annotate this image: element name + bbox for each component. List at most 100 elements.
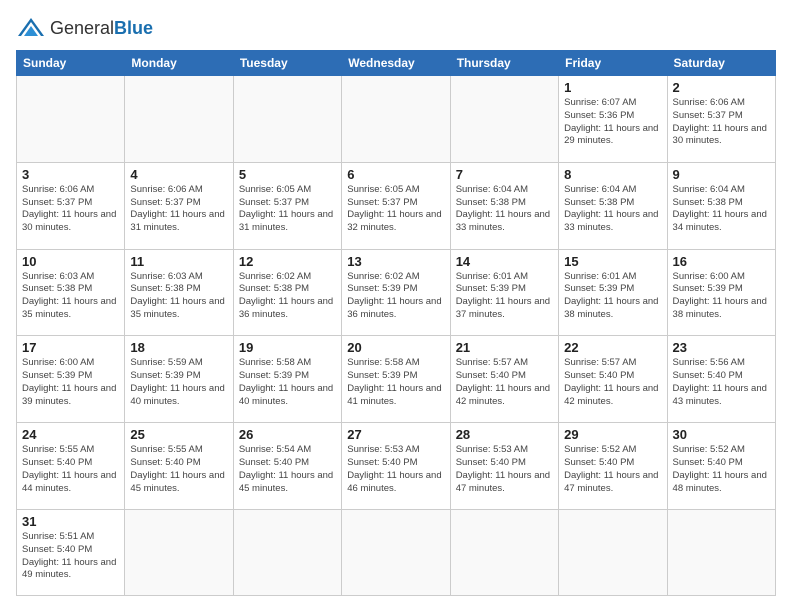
day-info: Sunrise: 6:00 AM Sunset: 5:39 PM Dayligh… bbox=[22, 357, 119, 408]
day-number: 28 bbox=[456, 427, 553, 442]
day-cell: 30Sunrise: 5:52 AM Sunset: 5:40 PM Dayli… bbox=[667, 423, 775, 510]
weekday-header-row: SundayMondayTuesdayWednesdayThursdayFrid… bbox=[17, 51, 776, 76]
day-number: 24 bbox=[22, 427, 119, 442]
day-cell: 21Sunrise: 5:57 AM Sunset: 5:40 PM Dayli… bbox=[450, 336, 558, 423]
day-number: 22 bbox=[564, 340, 661, 355]
weekday-wednesday: Wednesday bbox=[342, 51, 450, 76]
logo-general: General bbox=[50, 18, 114, 38]
day-number: 4 bbox=[130, 167, 227, 182]
generalblue-icon bbox=[16, 16, 46, 40]
day-cell bbox=[667, 509, 775, 595]
day-info: Sunrise: 6:07 AM Sunset: 5:36 PM Dayligh… bbox=[564, 97, 661, 148]
day-number: 20 bbox=[347, 340, 444, 355]
day-number: 14 bbox=[456, 254, 553, 269]
day-info: Sunrise: 6:05 AM Sunset: 5:37 PM Dayligh… bbox=[239, 184, 336, 235]
day-cell: 14 Sunrise: 6:01 AM Sunset: 5:39 PM Dayli… bbox=[450, 249, 558, 336]
day-cell: 12 Sunrise: 6:02 AM Sunset: 5:38 PM Dayli… bbox=[233, 249, 341, 336]
page: GeneralBlue SundayMondayTuesdayWednesday… bbox=[0, 0, 792, 612]
header: GeneralBlue bbox=[16, 16, 776, 40]
day-cell: 16Sunrise: 6:00 AM Sunset: 5:39 PM Dayli… bbox=[667, 249, 775, 336]
day-number: 12 bbox=[239, 254, 336, 269]
day-number: 17 bbox=[22, 340, 119, 355]
day-cell bbox=[125, 509, 233, 595]
day-number: 6 bbox=[347, 167, 444, 182]
day-info: Sunrise: 6:02 AM Sunset: 5:38 PM Dayligh… bbox=[239, 271, 336, 322]
day-cell: 2 Sunrise: 6:06 AM Sunset: 5:37 PM Daylig… bbox=[667, 76, 775, 163]
day-number: 30 bbox=[673, 427, 770, 442]
week-row-2: 3 Sunrise: 6:06 AM Sunset: 5:37 PM Daylig… bbox=[17, 162, 776, 249]
day-info: Sunrise: 6:06 AM Sunset: 5:37 PM Dayligh… bbox=[130, 184, 227, 235]
day-cell: 20 Sunrise: 5:58 AM Sunset: 5:39 PM Dayli… bbox=[342, 336, 450, 423]
day-cell: 9 Sunrise: 6:04 AM Sunset: 5:38 PM Daylig… bbox=[667, 162, 775, 249]
day-info: Sunrise: 5:59 AM Sunset: 5:39 PM Dayligh… bbox=[130, 357, 227, 408]
day-info: Sunrise: 5:55 AM Sunset: 5:40 PM Dayligh… bbox=[22, 444, 119, 495]
logo: GeneralBlue bbox=[16, 16, 153, 40]
day-cell bbox=[342, 509, 450, 595]
day-cell bbox=[233, 509, 341, 595]
logo-text: GeneralBlue bbox=[50, 18, 153, 39]
day-cell: 17 Sunrise: 6:00 AM Sunset: 5:39 PM Dayli… bbox=[17, 336, 125, 423]
day-number: 5 bbox=[239, 167, 336, 182]
day-number: 23 bbox=[673, 340, 770, 355]
day-cell: 31 Sunrise: 5:51 AM Sunset: 5:40 PM Dayli… bbox=[17, 509, 125, 595]
week-row-4: 17 Sunrise: 6:00 AM Sunset: 5:39 PM Dayli… bbox=[17, 336, 776, 423]
day-info: Sunrise: 6:06 AM Sunset: 5:37 PM Dayligh… bbox=[673, 97, 770, 148]
day-cell: 26Sunrise: 5:54 AM Sunset: 5:40 PM Dayli… bbox=[233, 423, 341, 510]
day-info: Sunrise: 5:58 AM Sunset: 5:39 PM Dayligh… bbox=[347, 357, 444, 408]
day-info: Sunrise: 5:53 AM Sunset: 5:40 PM Dayligh… bbox=[456, 444, 553, 495]
day-cell: 29Sunrise: 5:52 AM Sunset: 5:40 PM Dayli… bbox=[559, 423, 667, 510]
day-number: 3 bbox=[22, 167, 119, 182]
weekday-thursday: Thursday bbox=[450, 51, 558, 76]
day-cell: 1Sunrise: 6:07 AM Sunset: 5:36 PM Daylig… bbox=[559, 76, 667, 163]
logo-blue: Blue bbox=[114, 18, 153, 38]
day-number: 2 bbox=[673, 80, 770, 95]
day-cell bbox=[17, 76, 125, 163]
day-cell: 22 Sunrise: 5:57 AM Sunset: 5:40 PM Dayli… bbox=[559, 336, 667, 423]
day-info: Sunrise: 5:58 AM Sunset: 5:39 PM Dayligh… bbox=[239, 357, 336, 408]
calendar-table: SundayMondayTuesdayWednesdayThursdayFrid… bbox=[16, 50, 776, 596]
weekday-friday: Friday bbox=[559, 51, 667, 76]
day-info: Sunrise: 6:03 AM Sunset: 5:38 PM Dayligh… bbox=[130, 271, 227, 322]
day-number: 8 bbox=[564, 167, 661, 182]
week-row-1: 1Sunrise: 6:07 AM Sunset: 5:36 PM Daylig… bbox=[17, 76, 776, 163]
day-number: 7 bbox=[456, 167, 553, 182]
day-cell bbox=[450, 509, 558, 595]
day-cell: 28 Sunrise: 5:53 AM Sunset: 5:40 PM Dayli… bbox=[450, 423, 558, 510]
day-cell: 6Sunrise: 6:05 AM Sunset: 5:37 PM Daylig… bbox=[342, 162, 450, 249]
day-cell bbox=[450, 76, 558, 163]
day-cell: 25Sunrise: 5:55 AM Sunset: 5:40 PM Dayli… bbox=[125, 423, 233, 510]
day-info: Sunrise: 6:04 AM Sunset: 5:38 PM Dayligh… bbox=[564, 184, 661, 235]
day-number: 15 bbox=[564, 254, 661, 269]
day-info: Sunrise: 6:03 AM Sunset: 5:38 PM Dayligh… bbox=[22, 271, 119, 322]
day-info: Sunrise: 5:56 AM Sunset: 5:40 PM Dayligh… bbox=[673, 357, 770, 408]
day-number: 29 bbox=[564, 427, 661, 442]
day-number: 9 bbox=[673, 167, 770, 182]
day-cell: 10Sunrise: 6:03 AM Sunset: 5:38 PM Dayli… bbox=[17, 249, 125, 336]
day-cell: 24 Sunrise: 5:55 AM Sunset: 5:40 PM Dayli… bbox=[17, 423, 125, 510]
day-info: Sunrise: 5:57 AM Sunset: 5:40 PM Dayligh… bbox=[564, 357, 661, 408]
day-info: Sunrise: 6:01 AM Sunset: 5:39 PM Dayligh… bbox=[456, 271, 553, 322]
week-row-3: 10Sunrise: 6:03 AM Sunset: 5:38 PM Dayli… bbox=[17, 249, 776, 336]
day-number: 31 bbox=[22, 514, 119, 529]
day-cell: 7 Sunrise: 6:04 AM Sunset: 5:38 PM Daylig… bbox=[450, 162, 558, 249]
day-info: Sunrise: 5:57 AM Sunset: 5:40 PM Dayligh… bbox=[456, 357, 553, 408]
day-info: Sunrise: 5:51 AM Sunset: 5:40 PM Dayligh… bbox=[22, 531, 119, 582]
day-number: 18 bbox=[130, 340, 227, 355]
day-cell: 11Sunrise: 6:03 AM Sunset: 5:38 PM Dayli… bbox=[125, 249, 233, 336]
day-cell: 18 Sunrise: 5:59 AM Sunset: 5:39 PM Dayli… bbox=[125, 336, 233, 423]
day-number: 27 bbox=[347, 427, 444, 442]
day-info: Sunrise: 6:04 AM Sunset: 5:38 PM Dayligh… bbox=[456, 184, 553, 235]
day-info: Sunrise: 6:01 AM Sunset: 5:39 PM Dayligh… bbox=[564, 271, 661, 322]
day-cell bbox=[559, 509, 667, 595]
week-row-5: 24 Sunrise: 5:55 AM Sunset: 5:40 PM Dayli… bbox=[17, 423, 776, 510]
day-info: Sunrise: 5:53 AM Sunset: 5:40 PM Dayligh… bbox=[347, 444, 444, 495]
day-cell bbox=[125, 76, 233, 163]
weekday-saturday: Saturday bbox=[667, 51, 775, 76]
day-cell: 23 Sunrise: 5:56 AM Sunset: 5:40 PM Dayli… bbox=[667, 336, 775, 423]
day-info: Sunrise: 6:02 AM Sunset: 5:39 PM Dayligh… bbox=[347, 271, 444, 322]
day-number: 25 bbox=[130, 427, 227, 442]
day-info: Sunrise: 6:04 AM Sunset: 5:38 PM Dayligh… bbox=[673, 184, 770, 235]
weekday-monday: Monday bbox=[125, 51, 233, 76]
day-cell: 8 Sunrise: 6:04 AM Sunset: 5:38 PM Daylig… bbox=[559, 162, 667, 249]
day-cell: 27 Sunrise: 5:53 AM Sunset: 5:40 PM Dayli… bbox=[342, 423, 450, 510]
